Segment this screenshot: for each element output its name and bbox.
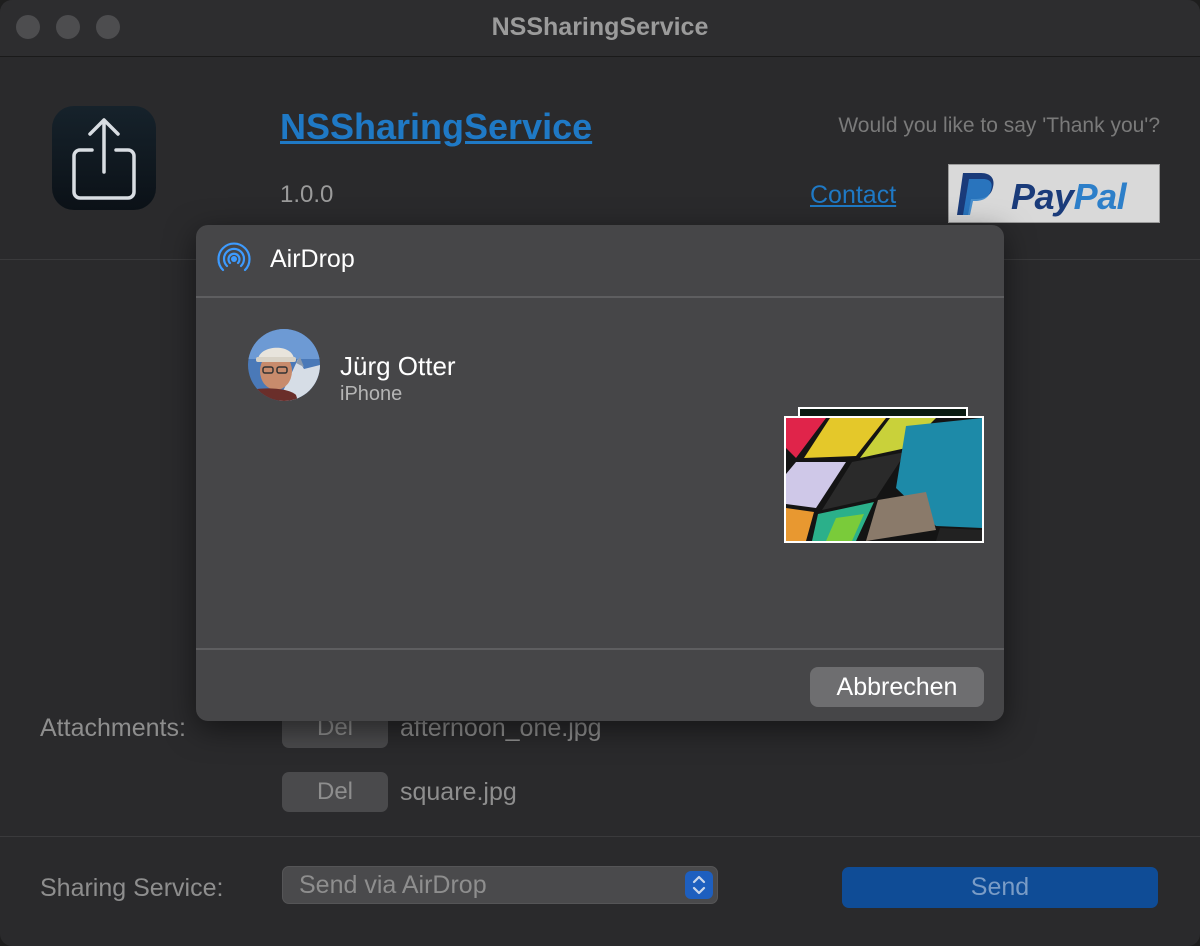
chevron-up-down-icon [685, 871, 713, 899]
paypal-wordmark: PayPal [1011, 176, 1127, 218]
paypal-logo-icon [957, 173, 994, 215]
contact-link[interactable]: Contact [810, 181, 896, 210]
contact-name[interactable]: Jürg Otter [340, 351, 456, 382]
paypal-button[interactable]: PayPal [948, 164, 1160, 223]
paypal-pay-text: Pay [1011, 176, 1074, 217]
paypal-pal-text: Pal [1073, 176, 1127, 217]
contact-device: iPhone [340, 383, 403, 405]
attachments-label: Attachments: [40, 714, 186, 742]
title-bar: NSSharingService [0, 0, 1200, 57]
app-icon [52, 106, 156, 210]
footer-divider [0, 836, 1200, 837]
sharing-service-select[interactable]: Send via AirDrop [282, 866, 718, 904]
airdrop-dialog-header: AirDrop [196, 225, 1004, 298]
attachment-filename: square.jpg [400, 778, 517, 806]
delete-attachment-button[interactable]: Del [282, 772, 388, 812]
app-window: NSSharingService NSSharingService 1.0.0 … [0, 0, 1200, 946]
send-button[interactable]: Send [842, 867, 1158, 908]
app-version: 1.0.0 [280, 181, 334, 208]
share-icon [72, 118, 136, 200]
thanks-text: Would you like to say 'Thank you'? [838, 114, 1160, 137]
sharing-service-label: Sharing Service: [40, 874, 224, 902]
airdrop-dialog-divider [196, 648, 1004, 650]
attachment-thumbnail [784, 416, 984, 543]
airdrop-icon [217, 242, 251, 272]
window-title: NSSharingService [491, 13, 709, 41]
app-name-link[interactable]: NSSharingService [280, 106, 592, 148]
cancel-button[interactable]: Abbrechen [810, 667, 984, 707]
airdrop-dialog-title: AirDrop [270, 245, 355, 273]
avatar[interactable] [248, 329, 320, 401]
sharing-service-value: Send via AirDrop [299, 871, 487, 899]
airdrop-dialog: AirDrop Jürg Otter iPhone Abbrechen [196, 225, 1004, 721]
